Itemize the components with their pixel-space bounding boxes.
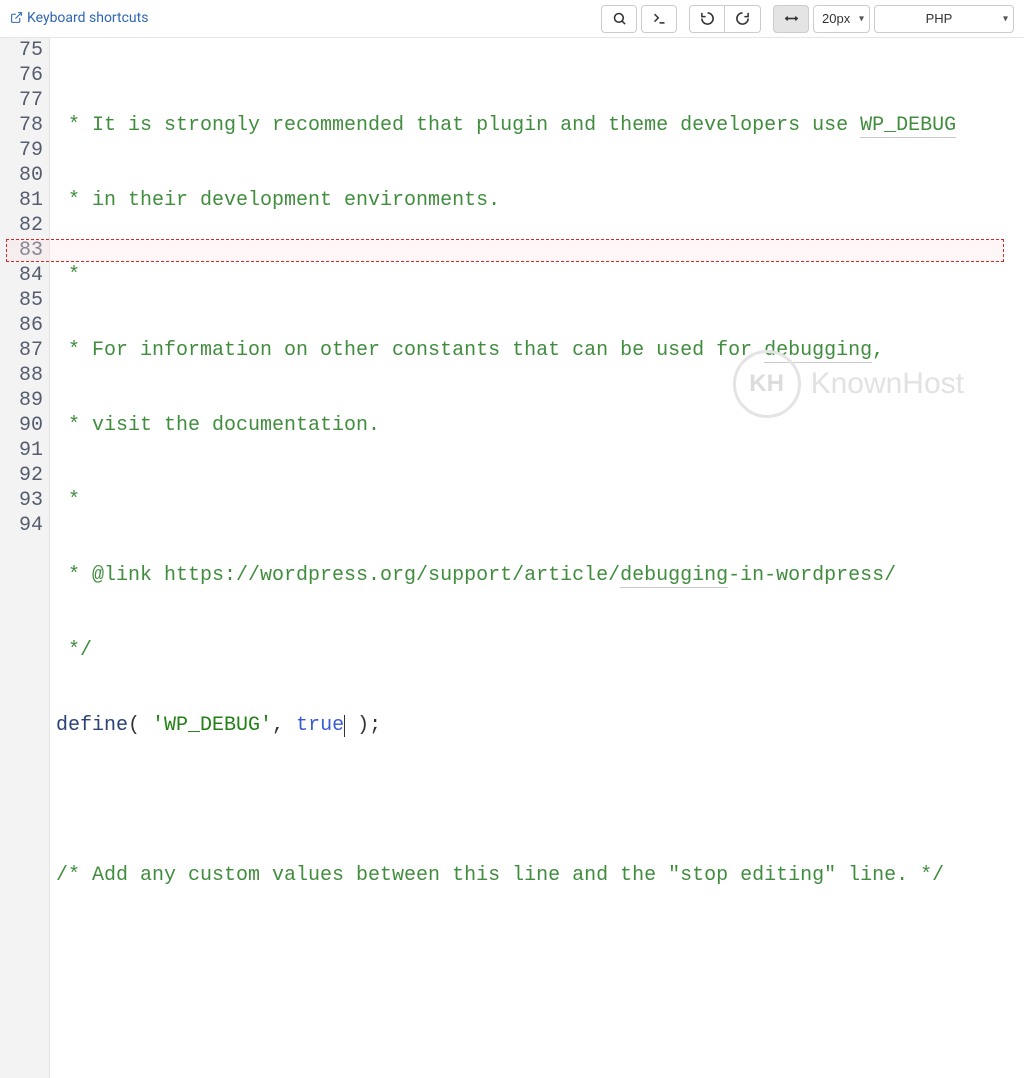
font-size-select[interactable]: 20px — [813, 5, 870, 33]
code-text: * It is strongly recommended that plugin… — [56, 114, 860, 137]
code-area[interactable]: * It is strongly recommended that plugin… — [50, 38, 1024, 1078]
external-link-icon — [10, 11, 23, 24]
code-text: WP_DEBUG — [860, 114, 956, 138]
keyboard-shortcuts-link[interactable]: Keyboard shortcuts — [10, 10, 148, 26]
code-text: /* Add any custom values between this li… — [56, 864, 944, 887]
gutter: 75 76 77 78 79 80 81 82 83 84 85 86 87 8… — [0, 38, 50, 1078]
line-number: 77 — [4, 88, 43, 113]
code-text: ); — [345, 714, 381, 737]
toolbar: Keyboard shortcuts 20px — [0, 0, 1024, 38]
line-number: 84 — [4, 263, 43, 288]
code-text: debugging — [764, 339, 872, 363]
code-text: * in their development environments. — [56, 189, 500, 212]
code-text: 'WP_DEBUG' — [152, 714, 272, 737]
line-number: 79 — [4, 138, 43, 163]
code-text: * — [56, 489, 80, 512]
line-number: 75 — [4, 38, 43, 63]
line-number: 94 — [4, 513, 43, 538]
line-number: 91 — [4, 438, 43, 463]
line-number: 81 — [4, 188, 43, 213]
language-select[interactable]: PHP — [874, 5, 1014, 33]
arrows-horizontal-icon — [784, 11, 799, 26]
wordwrap-button[interactable] — [773, 5, 809, 33]
line-number: 90 — [4, 413, 43, 438]
line-number: 92 — [4, 463, 43, 488]
line-number: 93 — [4, 488, 43, 513]
keyboard-shortcuts-label: Keyboard shortcuts — [27, 10, 148, 26]
code-text: * For information on other constants tha… — [56, 339, 764, 362]
search-icon — [612, 11, 627, 26]
line-number: 80 — [4, 163, 43, 188]
code-text: true — [296, 714, 344, 737]
code-text: * @link https://wordpress.org/support/ar… — [56, 564, 620, 587]
code-text: ( — [128, 714, 152, 737]
code-text: */ — [56, 639, 92, 662]
code-text: , — [872, 339, 884, 362]
line-number: 89 — [4, 388, 43, 413]
code-text: , — [272, 714, 296, 737]
line-number: 83 — [4, 238, 43, 263]
code-editor[interactable]: 75 76 77 78 79 80 81 82 83 84 85 86 87 8… — [0, 38, 1024, 1078]
highlighted-line — [6, 239, 1004, 262]
line-number: 82 — [4, 213, 43, 238]
undo-button[interactable] — [689, 5, 725, 33]
code-text: * — [56, 264, 80, 287]
redo-button[interactable] — [725, 5, 761, 33]
line-number: 87 — [4, 338, 43, 363]
terminal-icon — [652, 11, 667, 26]
redo-icon — [735, 11, 750, 26]
line-number: 86 — [4, 313, 43, 338]
code-text: * visit the documentation. — [56, 414, 380, 437]
code-text: debugging — [620, 564, 728, 588]
undo-icon — [700, 11, 715, 26]
terminal-button[interactable] — [641, 5, 677, 33]
line-number: 88 — [4, 363, 43, 388]
search-button[interactable] — [601, 5, 637, 33]
line-number: 76 — [4, 63, 43, 88]
code-text: -in-wordpress/ — [728, 564, 896, 587]
line-number: 85 — [4, 288, 43, 313]
line-number: 78 — [4, 113, 43, 138]
code-text: define — [56, 714, 128, 737]
